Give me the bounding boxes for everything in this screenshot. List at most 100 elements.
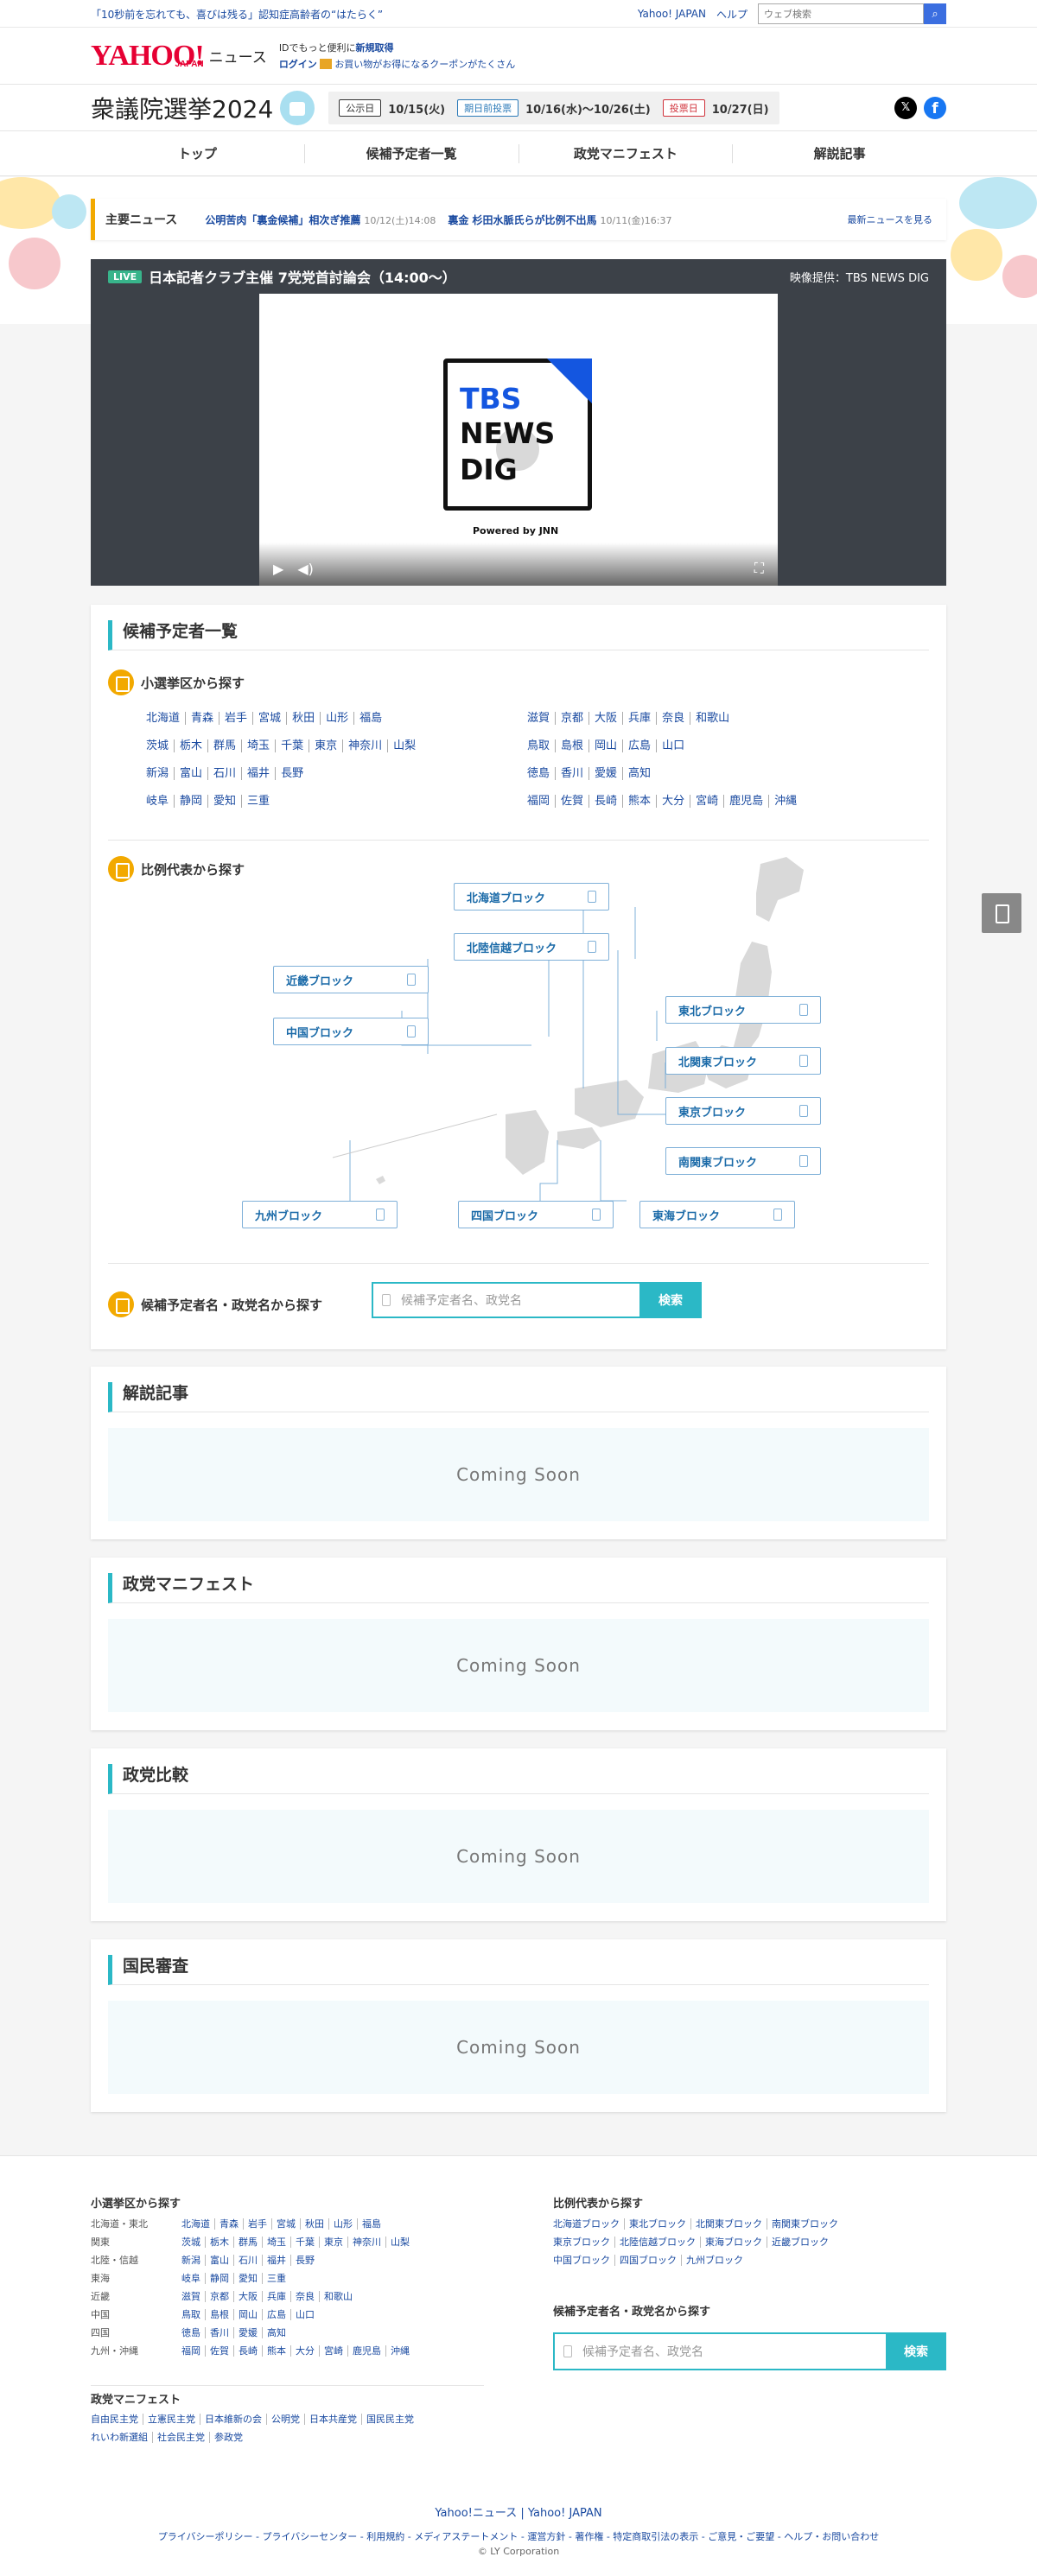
- link-item[interactable]: 山梨: [388, 739, 421, 752]
- link-item[interactable]: 高知: [623, 767, 656, 780]
- link-item[interactable]: 日本共産党: [305, 2414, 362, 2425]
- link-item[interactable]: 東北ブロック: [625, 2218, 691, 2230]
- prefecture-link[interactable]: 長崎: [234, 2345, 263, 2357]
- link-item[interactable]: 北関東ブロック: [691, 2218, 767, 2230]
- prefecture-link[interactable]: 愛媛: [234, 2327, 263, 2338]
- link-item[interactable]: 奈良: [657, 712, 691, 725]
- prefecture-link[interactable]: 東京: [320, 2237, 348, 2248]
- block-kitakanto[interactable]: 北関東ブロック: [665, 1047, 821, 1075]
- map-kinki-chugoku[interactable]: [575, 1080, 644, 1127]
- prefecture-link[interactable]: 和歌山: [320, 2291, 357, 2302]
- yahoo-japan-link[interactable]: Yahoo! JAPAN: [638, 8, 706, 20]
- link-item[interactable]: 島根: [556, 739, 590, 752]
- prefecture-link[interactable]: 岐阜: [177, 2273, 206, 2284]
- prefecture-link[interactable]: 鳥取: [177, 2309, 206, 2320]
- more-news-link[interactable]: 最新ニュースを見る: [848, 213, 932, 226]
- link-item[interactable]: 鳥取: [527, 739, 557, 752]
- prefecture-link[interactable]: 岡山: [234, 2309, 263, 2320]
- prefecture-link[interactable]: 徳島: [177, 2327, 206, 2338]
- news-item[interactable]: 裏金 杉田水脈氏らが比例不出馬 10/11(金)16:37: [448, 213, 671, 227]
- link-item[interactable]: 和歌山: [690, 712, 735, 725]
- play-overlay-icon[interactable]: [496, 428, 539, 471]
- prefecture-link[interactable]: 福岡: [177, 2345, 206, 2357]
- link-item[interactable]: 宮崎: [690, 795, 725, 808]
- prefecture-link[interactable]: 埼玉: [263, 2237, 291, 2248]
- link-item[interactable]: 熊本: [623, 795, 658, 808]
- link-item[interactable]: 自由民主党: [91, 2414, 143, 2425]
- prefecture-link[interactable]: 香川: [206, 2327, 234, 2338]
- link-item[interactable]: 近畿ブロック: [767, 2237, 833, 2248]
- link-item[interactable]: 岩手: [219, 712, 254, 725]
- prefecture-link[interactable]: 静岡: [206, 2273, 234, 2284]
- block-tokyo[interactable]: 東京ブロック: [665, 1097, 821, 1125]
- promo-link[interactable]: 「10秒前を忘れても、喜びは残る」認知症高齢者の“はたらく”: [91, 7, 383, 22]
- facebook-share-icon[interactable]: f: [924, 97, 946, 119]
- link-item[interactable]: 長野: [276, 767, 309, 780]
- prefecture-link[interactable]: 秋田: [301, 2218, 329, 2230]
- link-item[interactable]: 富山: [175, 767, 209, 780]
- footer-search-button[interactable]: 検索: [886, 2332, 946, 2370]
- fullscreen-icon[interactable]: ⛶: [754, 560, 764, 577]
- link-item[interactable]: れいわ新選組: [91, 2432, 153, 2443]
- prefecture-link[interactable]: 宮城: [272, 2218, 301, 2230]
- prefecture-link[interactable]: 大阪: [234, 2291, 263, 2302]
- link-item[interactable]: 大阪: [589, 712, 624, 725]
- prefecture-link[interactable]: 青森: [215, 2218, 244, 2230]
- link-item[interactable]: 岐阜: [146, 795, 175, 808]
- prefecture-link[interactable]: 北海道: [177, 2218, 215, 2230]
- link-item[interactable]: 石川: [208, 767, 243, 780]
- link-item[interactable]: 日本維新の会: [200, 2414, 267, 2425]
- link-item[interactable]: 東京ブロック: [553, 2237, 615, 2248]
- link-item[interactable]: 青森: [186, 712, 220, 725]
- link-item[interactable]: 佐賀: [556, 795, 590, 808]
- block-shikoku[interactable]: 四国ブロック: [458, 1201, 614, 1228]
- link-item[interactable]: 東京: [309, 739, 344, 752]
- link-item[interactable]: 広島: [623, 739, 658, 752]
- prefecture-link[interactable]: 栃木: [206, 2237, 234, 2248]
- link-item[interactable]: 福島: [354, 712, 387, 725]
- link-item[interactable]: 沖縄: [769, 795, 802, 808]
- link-item[interactable]: 秋田: [287, 712, 321, 725]
- video-player[interactable]: TBS NEWS DIG Powered by JNN ▶ ◀) ⛶: [259, 294, 778, 586]
- link-item[interactable]: 岡山: [589, 739, 624, 752]
- link-item[interactable]: 中国ブロック: [553, 2255, 615, 2266]
- link-item[interactable]: 栃木: [175, 739, 209, 752]
- link-item[interactable]: 南関東ブロック: [767, 2218, 843, 2230]
- link-item[interactable]: 滋賀: [527, 712, 557, 725]
- link-item[interactable]: 参政党: [210, 2432, 247, 2443]
- link-item[interactable]: 国民民主党: [362, 2414, 418, 2425]
- link-item[interactable]: 愛媛: [589, 767, 624, 780]
- prefecture-link[interactable]: 高知: [263, 2327, 290, 2338]
- map-shikoku[interactable]: [557, 1127, 601, 1149]
- prefecture-link[interactable]: 島根: [206, 2309, 234, 2320]
- prefecture-link[interactable]: 京都: [206, 2291, 234, 2302]
- x-share-icon[interactable]: 𝕏: [894, 97, 917, 119]
- web-search-button[interactable]: ⌕: [924, 3, 946, 24]
- prefecture-link[interactable]: 沖縄: [386, 2345, 414, 2357]
- footer-brand[interactable]: Yahoo!ニュース | Yahoo! JAPAN: [0, 2503, 1037, 2520]
- link-item[interactable]: 九州ブロック: [682, 2255, 748, 2266]
- prefecture-link[interactable]: 佐賀: [206, 2345, 234, 2357]
- prefecture-link[interactable]: 神奈川: [348, 2237, 386, 2248]
- link-item[interactable]: 兵庫: [623, 712, 658, 725]
- link-item[interactable]: 山形: [321, 712, 355, 725]
- prefecture-link[interactable]: 岩手: [244, 2218, 272, 2230]
- prefecture-link[interactable]: 広島: [263, 2309, 291, 2320]
- map-okinawa[interactable]: [376, 1176, 385, 1184]
- link-item[interactable]: 福岡: [527, 795, 557, 808]
- link-item[interactable]: 神奈川: [343, 739, 389, 752]
- candidate-search-button[interactable]: 検索: [639, 1282, 702, 1318]
- link-item[interactable]: 公明党: [267, 2414, 305, 2425]
- link-item[interactable]: 宮城: [253, 712, 288, 725]
- prefecture-link[interactable]: 鹿児島: [348, 2345, 386, 2357]
- link-item[interactable]: 三重: [242, 795, 275, 808]
- link-item[interactable]: 愛知: [208, 795, 243, 808]
- link-item[interactable]: 四国ブロック: [615, 2255, 682, 2266]
- prefecture-link[interactable]: 福井: [263, 2255, 291, 2266]
- yahoo-news-logo[interactable]: YAHOO! JAPAN ニュース: [91, 41, 267, 71]
- prefecture-link[interactable]: 山形: [329, 2218, 358, 2230]
- prefecture-link[interactable]: 三重: [263, 2273, 290, 2284]
- help-link[interactable]: ヘルプ: [716, 7, 748, 22]
- block-chugoku[interactable]: 中国ブロック: [273, 1018, 429, 1045]
- link-item[interactable]: 鹿児島: [724, 795, 770, 808]
